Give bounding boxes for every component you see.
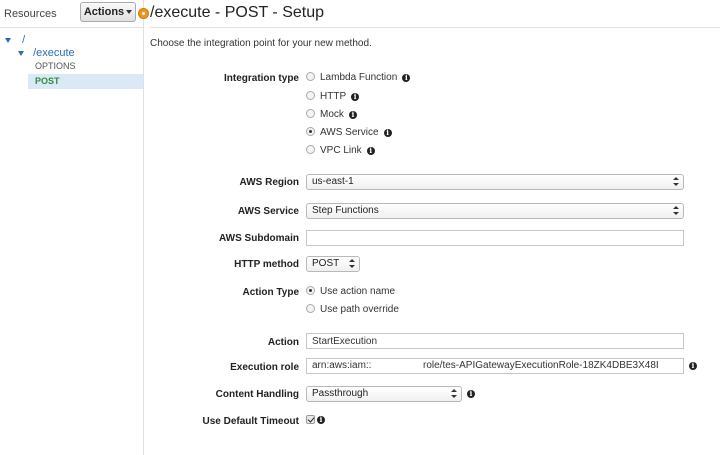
tree-node-root-label[interactable]: / (22, 34, 25, 46)
radio-label: Mock (320, 109, 344, 120)
select-arrows-icon (673, 177, 679, 187)
select-arrows-icon (673, 206, 679, 216)
page-header: /execute - POST - Setup (150, 0, 720, 28)
http-method-value: POST (312, 258, 340, 269)
default-timeout-checkbox[interactable] (306, 415, 315, 424)
radio-icon[interactable] (306, 72, 315, 81)
radio-checked-icon[interactable] (306, 127, 315, 136)
radio-lambda-function[interactable]: Lambda Function i (306, 71, 411, 85)
info-icon[interactable]: i (402, 74, 411, 82)
radio-checked-icon[interactable] (306, 286, 315, 295)
radio-label: HTTP (320, 91, 347, 102)
expand-triangle-icon[interactable] (5, 38, 11, 43)
content-handling-value: Passthrough (312, 388, 369, 399)
aws-service-select[interactable]: Step Functions (306, 203, 684, 219)
radio-label: Use path override (320, 304, 399, 315)
content-handling-label: Content Handling (215, 389, 299, 400)
aws-region-label: AWS Region (239, 177, 299, 188)
sidebar-header: Resources Actions (0, 0, 144, 28)
aws-region-value: us-east-1 (312, 176, 354, 187)
tree-node-root[interactable]: / (5, 34, 25, 46)
radio-aws-service[interactable]: AWS Service i (306, 126, 392, 140)
method-options[interactable]: OPTIONS (28, 59, 143, 74)
method-post[interactable]: POST (28, 74, 143, 89)
select-arrows-icon (349, 259, 355, 269)
content-handling-select[interactable]: Passthrough (306, 386, 462, 402)
intro-text: Choose the integration point for your ne… (150, 38, 372, 49)
http-method-label: HTTP method (234, 259, 299, 270)
radio-http[interactable]: HTTP i (306, 90, 360, 104)
info-icon[interactable]: i (348, 111, 357, 119)
radio-mock[interactable]: Mock i (306, 108, 357, 122)
aws-service-label: AWS Service (237, 206, 299, 217)
execution-role-input[interactable]: arn:aws:iam:: role/tes-APIGatewayExecuti… (306, 358, 684, 374)
action-label: Action (267, 337, 299, 348)
tree-node-execute-label[interactable]: /execute (33, 47, 75, 59)
resources-sidebar: Resources Actions / /execute OPTIONS POS… (0, 0, 144, 455)
radio-vpc-link[interactable]: VPC Link i (306, 144, 375, 158)
integration-type-label: Integration type (223, 73, 299, 84)
status-icon (138, 8, 149, 19)
execution-role-label: Execution role (230, 362, 299, 373)
info-icon[interactable]: i (467, 390, 475, 398)
aws-region-select[interactable]: us-east-1 (306, 174, 684, 190)
info-icon[interactable]: i (366, 147, 375, 155)
action-type-label: Action Type (242, 287, 299, 298)
sidebar-title: Resources (4, 8, 57, 20)
execution-role-suffix: role/tes-APIGatewayExecutionRole-18ZK4DB… (423, 360, 659, 371)
tree-node-execute[interactable]: /execute (18, 47, 75, 59)
info-icon[interactable]: i (689, 362, 697, 370)
radio-label: Use action name (320, 286, 396, 297)
expand-triangle-icon[interactable] (18, 51, 24, 56)
radio-use-action-name[interactable]: Use action name (306, 285, 395, 299)
actions-label: Actions (83, 6, 125, 18)
radio-icon[interactable] (306, 304, 315, 313)
aws-subdomain-input[interactable] (306, 230, 684, 246)
execution-role-prefix: arn:aws:iam:: (312, 360, 372, 371)
http-method-select[interactable]: POST (306, 256, 360, 272)
actions-button[interactable]: Actions (80, 2, 136, 22)
info-icon[interactable]: i (383, 129, 392, 137)
radio-icon[interactable] (306, 91, 315, 100)
caret-down-icon (126, 10, 133, 15)
info-icon[interactable]: i (317, 416, 325, 424)
radio-label: VPC Link (320, 145, 362, 156)
select-arrows-icon (451, 389, 457, 399)
page-title: /execute - POST - Setup (150, 4, 325, 21)
radio-use-path-override[interactable]: Use path override (306, 303, 399, 317)
aws-subdomain-label: AWS Subdomain (219, 233, 299, 244)
radio-icon[interactable] (306, 109, 315, 118)
info-icon[interactable]: i (351, 93, 360, 101)
radio-label: AWS Service (320, 127, 379, 138)
default-timeout-label: Use Default Timeout (202, 416, 300, 427)
aws-service-value: Step Functions (312, 205, 379, 216)
action-input[interactable] (306, 333, 684, 349)
radio-label: Lambda Function (320, 72, 398, 83)
radio-icon[interactable] (306, 145, 315, 154)
